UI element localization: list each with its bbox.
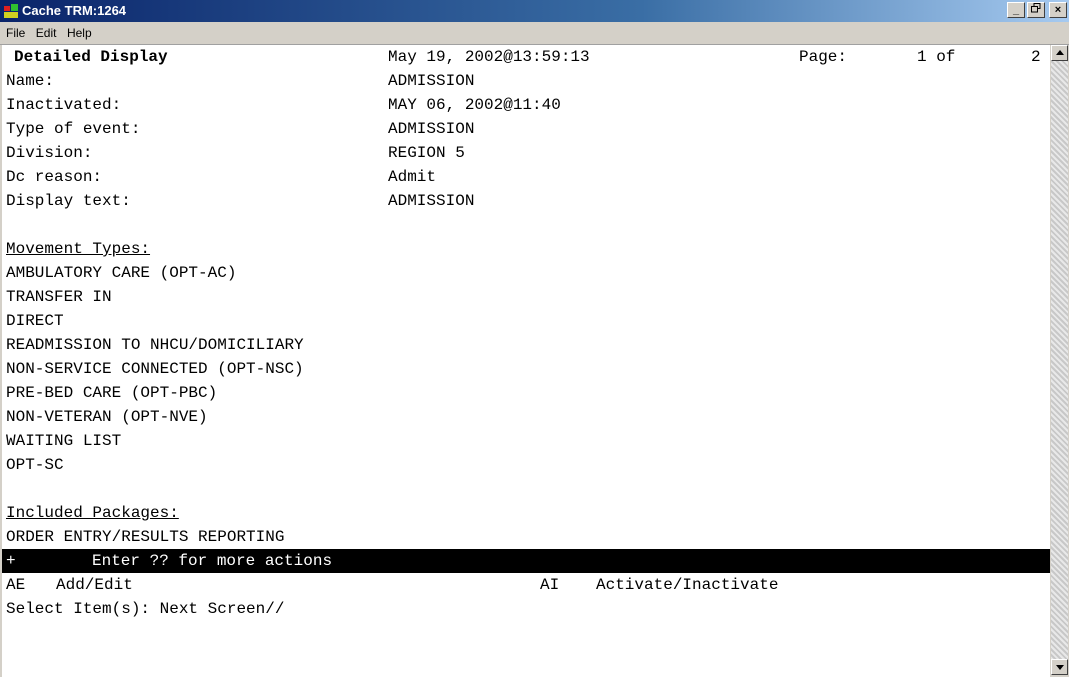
movement-type-item: READMISSION TO NHCU/DOMICILIARY (6, 336, 304, 354)
movement-type-item: PRE-BED CARE (OPT-PBC) (6, 384, 218, 402)
restore-button[interactable] (1027, 2, 1045, 18)
window-controls: _ × (1007, 2, 1067, 18)
arrow-up-icon (1056, 50, 1064, 55)
page-current: 1 of (917, 48, 956, 66)
field-label: Name: (6, 72, 55, 90)
action-hint-text: Enter ?? for more actions (92, 552, 333, 570)
field-label: Division: (6, 144, 93, 162)
action-code-ai[interactable]: AI (540, 573, 559, 597)
minimize-button[interactable]: _ (1007, 2, 1025, 18)
movement-type-item: TRANSFER IN (6, 288, 112, 306)
page-label: Page: (799, 48, 848, 66)
close-button[interactable]: × (1049, 2, 1067, 18)
window-title: Cache TRM:1264 (22, 3, 127, 18)
field-value: REGION 5 (388, 144, 465, 162)
terminal-screen[interactable]: Detailed Display May 19, 2002@13:59:13 P… (2, 45, 1050, 677)
menu-help[interactable]: Help (67, 26, 92, 40)
field-label: Display text: (6, 192, 131, 210)
more-indicator: + (6, 552, 16, 570)
menu-bar: File Edit Help (0, 22, 1069, 45)
scroll-up-button[interactable] (1051, 45, 1068, 61)
arrow-down-icon (1056, 665, 1064, 670)
field-value: ADMISSION (388, 192, 475, 210)
scroll-track[interactable] (1051, 61, 1068, 659)
package-item: ORDER ENTRY/RESULTS REPORTING (6, 528, 285, 546)
cache-app-icon (4, 4, 18, 18)
field-value: ADMISSION (388, 72, 475, 90)
action-add-edit[interactable]: Add/Edit (56, 573, 133, 597)
field-value: MAY 06, 2002@11:40 (388, 96, 561, 114)
action-code-ae[interactable]: AE (6, 573, 25, 597)
command-prompt[interactable]: Select Item(s): Next Screen// (6, 597, 284, 621)
header-datetime: May 19, 2002@13:59:13 (388, 48, 590, 66)
included-packages-heading: Included Packages: (6, 504, 179, 522)
movement-type-item: NON-VETERAN (OPT-NVE) (6, 408, 208, 426)
movement-type-item: OPT-SC (6, 456, 64, 474)
field-label: Inactivated: (6, 96, 122, 114)
movement-type-item: DIRECT (6, 312, 64, 330)
action-hint-bar: + Enter ?? for more actions (2, 549, 1050, 573)
scroll-down-button[interactable] (1051, 659, 1068, 675)
screen-title: Detailed Display (14, 48, 168, 66)
menu-file[interactable]: File (6, 26, 25, 40)
movement-type-item: WAITING LIST (6, 432, 122, 450)
window-titlebar[interactable]: Cache TRM:1264 _ × (0, 0, 1069, 22)
restore-icon (1031, 3, 1041, 13)
vertical-scrollbar[interactable] (1050, 45, 1069, 677)
menu-edit[interactable]: Edit (36, 26, 57, 40)
field-value: Admit (388, 168, 437, 186)
field-value: ADMISSION (388, 120, 475, 138)
movement-type-item: NON-SERVICE CONNECTED (OPT-NSC) (6, 360, 304, 378)
movement-type-item: AMBULATORY CARE (OPT-AC) (6, 264, 237, 282)
field-label: Type of event: (6, 120, 141, 138)
field-label: Dc reason: (6, 168, 103, 186)
movement-types-heading: Movement Types: (6, 240, 151, 258)
page-total: 2 (1031, 48, 1041, 66)
action-activate-inactivate[interactable]: Activate/Inactivate (596, 573, 778, 597)
